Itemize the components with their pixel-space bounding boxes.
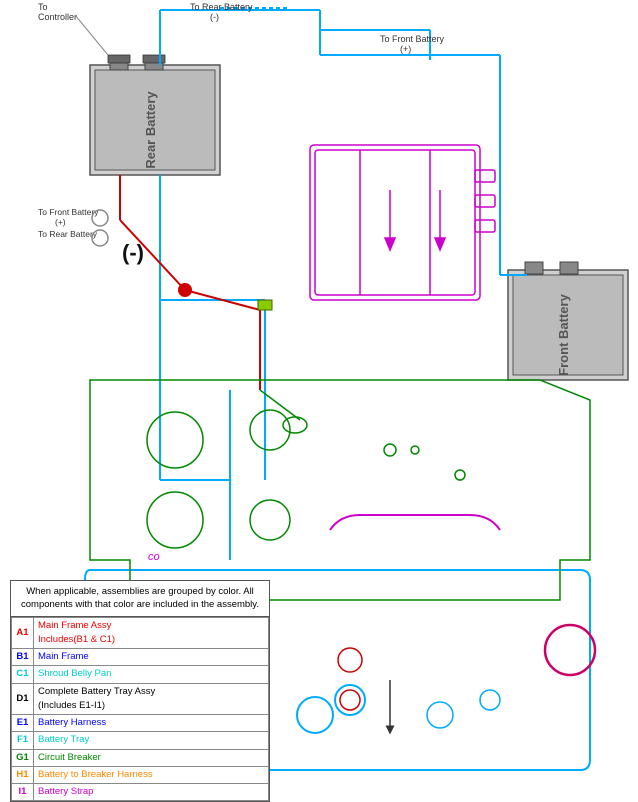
svg-text:(+): (+) [400, 44, 411, 54]
legend-item-c1: C1 Shroud Belly Pan [12, 666, 269, 683]
legend-code-h1: H1 [12, 766, 34, 783]
legend-desc-e1: Battery Harness [34, 715, 269, 732]
blue-circle-3 [480, 690, 500, 710]
legend-item-e1: E1 Battery Harness [12, 715, 269, 732]
rear-battery-group: Rear Battery [90, 55, 220, 175]
blue-circle-2 [427, 702, 453, 728]
legend-code-f1: F1 [12, 732, 34, 749]
legend-item-a1: A1 Main Frame AssyIncludes(B1 & C1) [12, 617, 269, 649]
legend-code-b1: B1 [12, 649, 34, 666]
legend-desc-c1: Shroud Belly Pan [34, 666, 269, 683]
battery-strap [330, 515, 500, 530]
legend-desc-g1: Circuit Breaker [34, 749, 269, 766]
svg-text:Front Battery: Front Battery [556, 293, 571, 375]
legend-box: When applicable, assemblies are grouped … [10, 580, 270, 802]
legend-item-g1: G1 Circuit Breaker [12, 749, 269, 766]
negative-symbol: (-) [122, 240, 144, 265]
co-label: co [148, 551, 160, 563]
red-circle-4 [340, 690, 360, 710]
legend-code-g1: G1 [12, 749, 34, 766]
to-rear-battery-bottom-label: To Rear Battery [38, 229, 98, 239]
green-wiring [260, 390, 307, 433]
blue-circle-1 [297, 697, 333, 733]
legend-note: When applicable, assemblies are grouped … [11, 581, 269, 617]
legend-desc-b1: Main Frame [34, 649, 269, 666]
legend-code-c1: C1 [12, 666, 34, 683]
legend-code-e1: E1 [12, 715, 34, 732]
to-controller-label: To [38, 2, 48, 12]
battery-tray-outline [310, 145, 495, 300]
legend-item-b1: B1 Main Frame [12, 649, 269, 666]
svg-text:(-): (-) [210, 12, 219, 22]
legend-code-a1: A1 [12, 617, 34, 649]
legend-desc-i1: Battery Strap [34, 784, 269, 801]
legend-code-d1: D1 [12, 683, 34, 715]
to-front-battery-top-label: To Front Battery [380, 34, 445, 44]
legend-desc-h1: Battery to Breaker Harness [34, 766, 269, 783]
front-battery-group: Front Battery [508, 262, 628, 380]
svg-text:(+): (+) [55, 217, 66, 227]
red-circle-3 [338, 648, 362, 672]
red-wiring [120, 175, 260, 390]
frame-outline [90, 380, 590, 600]
legend-desc-f1: Battery Tray [34, 732, 269, 749]
to-rear-battery-label: To Rear Battery [190, 2, 253, 12]
legend-desc-d1: Complete Battery Tray Assy(Includes E1-I… [34, 683, 269, 715]
to-front-battery-bottom-label: To Front Battery [38, 207, 99, 217]
legend-item-d1: D1 Complete Battery Tray Assy(Includes E… [12, 683, 269, 715]
svg-text:Controller: Controller [38, 12, 77, 22]
legend-desc-a1: Main Frame AssyIncludes(B1 & C1) [34, 617, 269, 649]
legend-item-f1: F1 Battery Tray [12, 732, 269, 749]
connector-green [258, 300, 272, 310]
legend-table: A1 Main Frame AssyIncludes(B1 & C1) B1 M… [11, 617, 269, 802]
legend-item-i1: I1 Battery Strap [12, 784, 269, 801]
svg-text:Rear Battery: Rear Battery [143, 91, 158, 169]
legend-code-i1: I1 [12, 784, 34, 801]
legend-item-h1: H1 Battery to Breaker Harness [12, 766, 269, 783]
diagram-container: Rear Battery Front Battery [0, 0, 638, 802]
